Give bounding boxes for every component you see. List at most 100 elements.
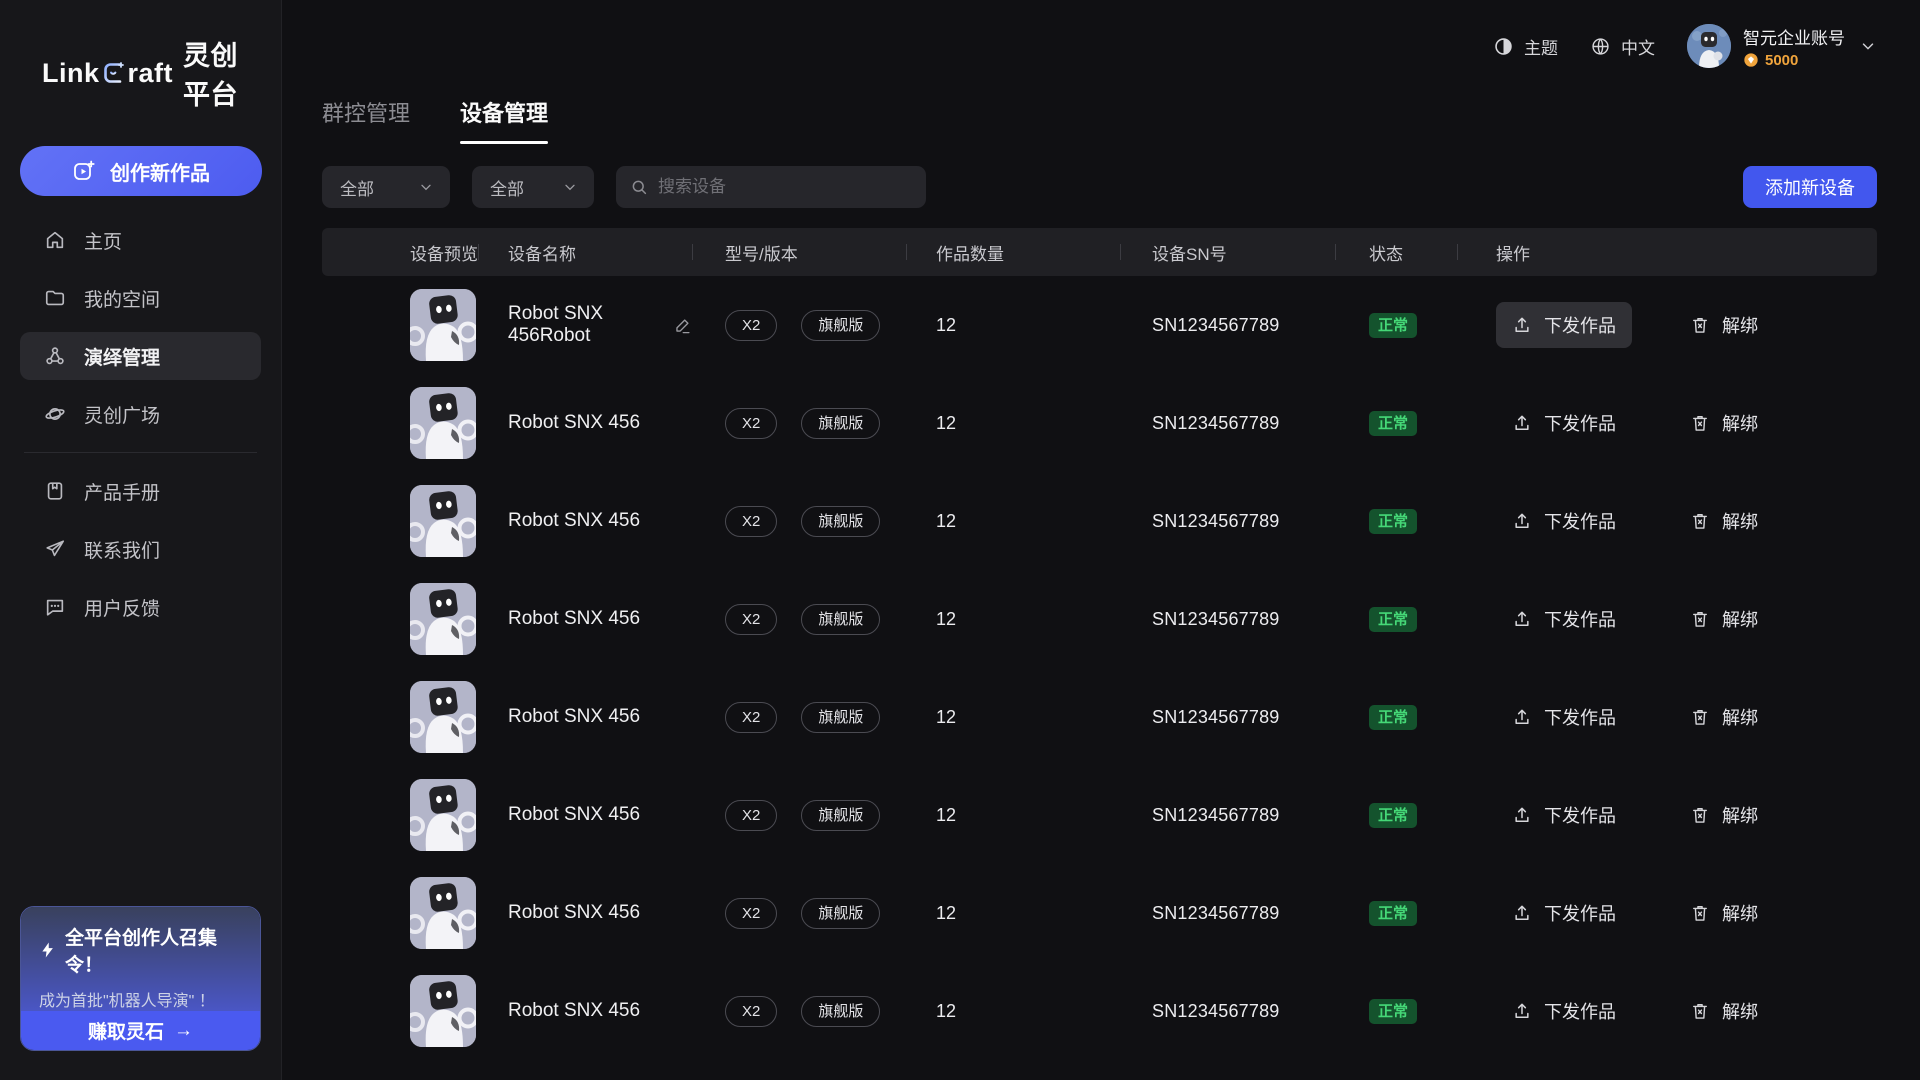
version-badge: 旗舰版 — [801, 702, 880, 733]
unbind-button[interactable]: 解绑 — [1690, 792, 1758, 838]
sidebar-item-label: 演绎管理 — [84, 343, 160, 370]
device-table: 设备预览 设备名称 型号/版本 作品数量 设备SN号 状态 操作 — [322, 228, 1877, 1060]
filter-select-1-value: 全部 — [340, 175, 374, 200]
brand-part2: raft — [128, 58, 174, 89]
trash-icon — [1690, 1001, 1710, 1021]
sidebar-item-label: 主页 — [84, 227, 122, 254]
device-thumbnail — [410, 583, 476, 655]
sidebar-item-my-space[interactable]: 我的空间 — [20, 274, 261, 322]
promo-content: 全平台创作人召集令！ 成为首批"机器人导演" ！ — [21, 907, 260, 1011]
device-sn: SN1234567789 — [1152, 805, 1280, 826]
deploy-work-button[interactable]: 下发作品 — [1496, 400, 1632, 446]
sidebar-item-user-feedback[interactable]: 用户反馈 — [20, 583, 261, 631]
unbind-button[interactable]: 解绑 — [1690, 694, 1758, 740]
unbind-button-label: 解绑 — [1722, 998, 1758, 1024]
unbind-button-label: 解绑 — [1722, 508, 1758, 534]
unbind-button[interactable]: 解绑 — [1690, 988, 1758, 1034]
status-badge: 正常 — [1369, 705, 1417, 730]
deploy-button-label: 下发作品 — [1544, 802, 1616, 828]
upload-icon — [1512, 805, 1532, 825]
brand-logo: Link raft 灵创平台 — [42, 34, 261, 112]
sidebar-item-performance-management[interactable]: 演绎管理 — [20, 332, 261, 380]
device-thumbnail — [410, 779, 476, 851]
device-sn: SN1234567789 — [1152, 707, 1280, 728]
version-badge: 旗舰版 — [801, 506, 880, 537]
create-new-work-button[interactable]: 创作新作品 — [20, 146, 262, 196]
deploy-work-button[interactable]: 下发作品 — [1496, 890, 1632, 936]
version-badge: 旗舰版 — [801, 800, 880, 831]
table-body: Robot SNX 456Robot X2 旗舰版 12 SN123456778… — [322, 276, 1877, 1060]
deploy-work-button[interactable]: 下发作品 — [1496, 694, 1632, 740]
column-header-preview: 设备预览 — [322, 243, 478, 261]
unbind-button[interactable]: 解绑 — [1690, 596, 1758, 642]
column-header-status: 状态 — [1335, 243, 1457, 261]
tab-device-management[interactable]: 设备管理 — [460, 96, 548, 144]
device-sn: SN1234567789 — [1152, 609, 1280, 630]
deploy-work-button[interactable]: 下发作品 — [1496, 498, 1632, 544]
version-badge: 旗舰版 — [801, 310, 880, 341]
trash-icon — [1690, 707, 1710, 727]
sidebar: Link raft 灵创平台 创作新作品 — [0, 0, 282, 1080]
sidebar-item-lingchuang-plaza[interactable]: 灵创广场 — [20, 390, 261, 438]
device-thumbnail — [410, 485, 476, 557]
works-count: 12 — [936, 1001, 956, 1022]
deploy-work-button[interactable]: 下发作品 — [1496, 988, 1632, 1034]
trash-icon — [1690, 511, 1710, 531]
model-badge: X2 — [725, 898, 777, 929]
column-header-actions: 操作 — [1457, 243, 1877, 261]
add-device-button[interactable]: 添加新设备 — [1743, 166, 1877, 208]
device-sn: SN1234567789 — [1152, 315, 1280, 336]
unbind-button-label: 解绑 — [1722, 312, 1758, 338]
unbind-button[interactable]: 解绑 — [1690, 302, 1758, 348]
unbind-button-label: 解绑 — [1722, 410, 1758, 436]
upload-icon — [1512, 413, 1532, 433]
filter-select-1[interactable]: 全部 — [322, 166, 450, 208]
edit-name-icon[interactable] — [673, 316, 692, 335]
arrow-right-icon: → — [174, 1020, 193, 1042]
model-badge: X2 — [725, 604, 777, 635]
deploy-button-label: 下发作品 — [1544, 998, 1616, 1024]
create-video-icon — [72, 159, 96, 183]
create-button-label: 创作新作品 — [110, 157, 210, 186]
tab-group-control[interactable]: 群控管理 — [322, 96, 410, 144]
device-thumbnail — [410, 387, 476, 459]
deploy-work-button[interactable]: 下发作品 — [1496, 792, 1632, 838]
paper-plane-icon — [44, 538, 66, 560]
upload-icon — [1512, 609, 1532, 629]
account-menu[interactable]: 智元企业账号 5000 — [1687, 24, 1877, 69]
deploy-button-label: 下发作品 — [1544, 900, 1616, 926]
theme-toggle[interactable]: 主题 — [1493, 34, 1558, 59]
sidebar-divider — [24, 452, 257, 453]
language-switcher[interactable]: 中文 — [1590, 34, 1655, 59]
unbind-button[interactable]: 解绑 — [1690, 498, 1758, 544]
device-thumbnail — [410, 289, 476, 361]
works-count: 12 — [936, 903, 956, 924]
deploy-work-button[interactable]: 下发作品 — [1496, 596, 1632, 642]
trash-icon — [1690, 413, 1710, 433]
device-name: Robot SNX 456 — [508, 608, 640, 630]
sidebar-item-home[interactable]: 主页 — [20, 216, 261, 264]
avatar — [1687, 24, 1731, 68]
unbind-button[interactable]: 解绑 — [1690, 890, 1758, 936]
sidebar-item-product-manual[interactable]: 产品手册 — [20, 467, 261, 515]
chevron-down-icon — [562, 179, 578, 195]
device-name: Robot SNX 456 — [508, 902, 640, 924]
filter-select-2[interactable]: 全部 — [472, 166, 594, 208]
device-name: Robot SNX 456Robot — [508, 303, 659, 347]
device-sn: SN1234567789 — [1152, 1001, 1280, 1022]
unbind-button[interactable]: 解绑 — [1690, 400, 1758, 446]
upload-icon — [1512, 315, 1532, 335]
earn-lingshi-button[interactable]: 赚取灵石 → — [21, 1011, 260, 1050]
table-row: Robot SNX 456 X2 旗舰版 12 SN1234567789 正常 … — [322, 472, 1877, 570]
deploy-button-label: 下发作品 — [1544, 606, 1616, 632]
deploy-work-button[interactable]: 下发作品 — [1496, 302, 1632, 348]
deploy-button-label: 下发作品 — [1544, 410, 1616, 436]
upload-icon — [1512, 1001, 1532, 1021]
column-header-name: 设备名称 — [478, 243, 692, 261]
theme-label: 主题 — [1524, 34, 1558, 59]
sidebar-item-contact-us[interactable]: 联系我们 — [20, 525, 261, 573]
search-input[interactable] — [658, 177, 912, 197]
account-info: 智元企业账号 5000 — [1743, 24, 1845, 69]
works-count: 12 — [936, 511, 956, 532]
table-row: Robot SNX 456 X2 旗舰版 12 SN1234567789 正常 … — [322, 864, 1877, 962]
